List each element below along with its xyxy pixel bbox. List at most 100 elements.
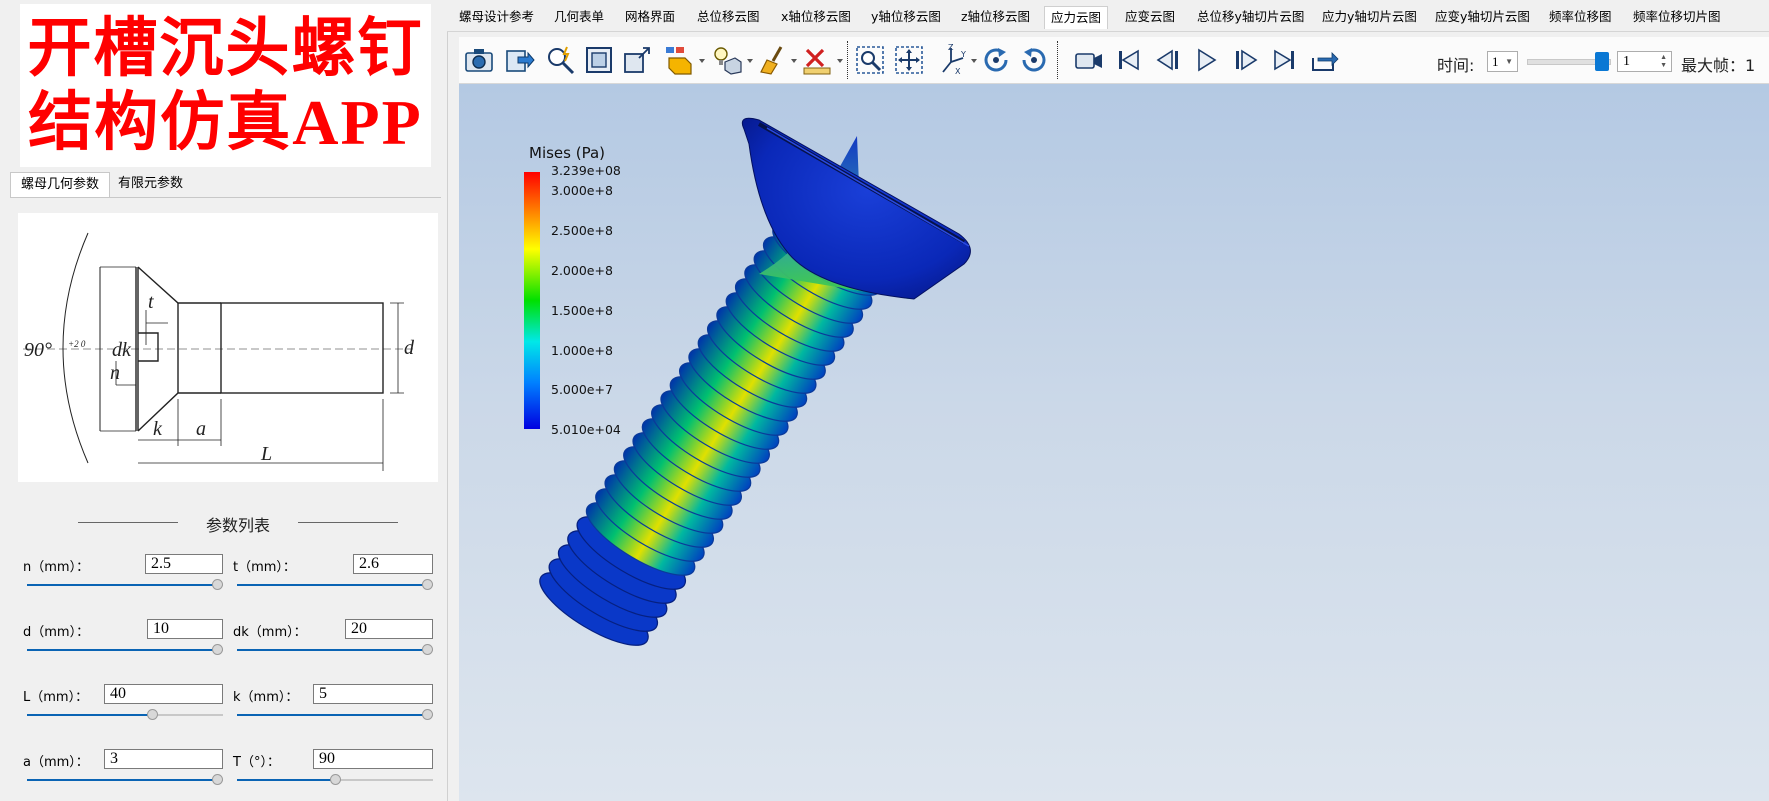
- slider-thumb[interactable]: [147, 709, 158, 720]
- time-label: 时间:: [1437, 56, 1475, 75]
- diagram-label-a: a: [196, 418, 206, 440]
- param-list-title: 参数列表: [205, 516, 270, 535]
- tab-strain[interactable]: 应变云图: [1119, 6, 1181, 28]
- param-slider-k[interactable]: [237, 708, 433, 722]
- axes-icon[interactable]: ZYX: [937, 43, 969, 76]
- banner-title-line1: 开槽沉头螺钉: [27, 13, 424, 84]
- param-list-heading: 参数列表: [78, 512, 398, 535]
- tab-total-disp-yslice[interactable]: 总位移y轴切片云图: [1191, 6, 1310, 28]
- tab-freq-disp-slice[interactable]: 频率位移切片图: [1627, 6, 1727, 28]
- left-panel: 开槽沉头螺钉 结构仿真APP 螺母几何参数 有限元参数 90° +2 0 dk …: [0, 0, 448, 801]
- screw-stress-model: [539, 117, 971, 646]
- max-frame-label: 最大帧：1: [1681, 56, 1756, 75]
- slider-thumb[interactable]: [212, 774, 223, 785]
- param-input-L[interactable]: [104, 684, 223, 704]
- left-tab-bar: 螺母几何参数 有限元参数: [10, 172, 441, 198]
- diagram-label-t: t: [148, 291, 154, 313]
- tab-x-disp[interactable]: x轴位移云图: [775, 6, 857, 28]
- tab-freq-disp[interactable]: 频率位移图: [1543, 6, 1618, 28]
- tab-nut-geometry[interactable]: 螺母几何参数: [10, 172, 111, 197]
- frame-spinbox[interactable]: 1 ▲ ▼: [1617, 51, 1672, 72]
- tab-stress-yslice[interactable]: 应力y轴切片云图: [1316, 6, 1423, 28]
- svg-text:Z: Z: [948, 44, 954, 52]
- light-icon[interactable]: [711, 44, 743, 76]
- param-label-k: k（mm）：: [233, 690, 299, 705]
- tab-geometry-form[interactable]: 几何表单: [548, 6, 610, 28]
- param-input-n[interactable]: [145, 554, 223, 574]
- tab-mesh[interactable]: 网格界面: [619, 6, 681, 28]
- param-input-t[interactable]: [353, 554, 433, 574]
- diagram-label-dk: dk: [112, 339, 132, 361]
- tab-nut-design-ref[interactable]: 螺母设计参考: [453, 6, 540, 28]
- diagram-label-n: n: [110, 362, 120, 384]
- slider-thumb[interactable]: [422, 709, 433, 720]
- clear-icon[interactable]: [757, 44, 789, 76]
- slider-thumb[interactable]: [212, 579, 223, 590]
- render-viewport[interactable]: Mises (Pa) 3.239e+08 3.000e+8 2.500e+8 2…: [459, 84, 1769, 801]
- probe-icon[interactable]: [545, 44, 577, 76]
- param-slider-n[interactable]: [27, 578, 223, 592]
- diagram-label-k: k: [153, 418, 163, 440]
- param-slider-L[interactable]: [27, 708, 223, 722]
- frame-slider-thumb[interactable]: [1595, 52, 1609, 71]
- slider-thumb[interactable]: [422, 579, 433, 590]
- slider-thumb[interactable]: [330, 774, 341, 785]
- play-icon[interactable]: [1190, 44, 1222, 76]
- frame-spinbox-value: 1: [1623, 54, 1630, 69]
- ruler-icon[interactable]: [801, 44, 833, 76]
- diagram-label-angle: 90°: [24, 339, 52, 361]
- param-label-t: t（mm）：: [233, 560, 296, 575]
- param-input-dk[interactable]: [345, 619, 433, 639]
- select-cells-icon[interactable]: [663, 44, 695, 76]
- param-slider-d[interactable]: [27, 643, 223, 657]
- view-3d-icon[interactable]: [621, 44, 653, 76]
- time-select[interactable]: 1 ▼: [1487, 51, 1518, 72]
- view-fit-icon[interactable]: [583, 44, 615, 76]
- next-frame-icon[interactable]: [1230, 44, 1262, 76]
- param-label-d: d（mm）：: [23, 625, 90, 640]
- param-label-n: n（mm）：: [23, 560, 90, 575]
- slider-thumb[interactable]: [422, 644, 433, 655]
- param-label-a: a（mm）：: [23, 755, 89, 770]
- param-slider-T[interactable]: [237, 773, 433, 787]
- main-tab-bar: 螺母设计参考 几何表单 网格界面 总位移云图 x轴位移云图 y轴位移云图 z轴位…: [447, 0, 1769, 32]
- tab-z-disp[interactable]: z轴位移云图: [955, 6, 1036, 28]
- tab-fem-params[interactable]: 有限元参数: [108, 172, 193, 196]
- param-slider-dk[interactable]: [237, 643, 433, 657]
- screw-dimension-diagram: 90° +2 0 dk t n k a L d: [18, 213, 438, 482]
- param-slider-t[interactable]: [237, 578, 433, 592]
- time-select-value: 1: [1492, 54, 1499, 69]
- tab-strain-yslice[interactable]: 应变y轴切片云图: [1429, 6, 1536, 28]
- param-slider-a[interactable]: [27, 773, 223, 787]
- prev-frame-icon[interactable]: [1152, 44, 1184, 76]
- first-frame-icon[interactable]: [1112, 44, 1144, 76]
- slider-thumb[interactable]: [212, 644, 223, 655]
- loop-icon[interactable]: [1308, 44, 1340, 76]
- pan-icon[interactable]: [893, 44, 925, 76]
- chevron-down-icon: ▼: [1505, 57, 1513, 66]
- diagram-label-L: L: [260, 443, 272, 465]
- tab-stress[interactable]: 应力云图: [1044, 6, 1109, 29]
- svg-text:Y: Y: [960, 50, 966, 59]
- param-input-a[interactable]: [104, 749, 223, 769]
- param-input-d[interactable]: [147, 619, 223, 639]
- export-icon[interactable]: [504, 44, 536, 76]
- rotate-ccw-icon[interactable]: [1018, 44, 1050, 76]
- param-label-L: L（mm）：: [23, 690, 89, 705]
- param-label-dk: dk（mm）：: [233, 625, 307, 640]
- camera-icon[interactable]: [463, 44, 495, 76]
- zoom-box-icon[interactable]: [854, 44, 886, 76]
- param-input-T[interactable]: [313, 749, 433, 769]
- record-icon[interactable]: [1073, 44, 1105, 76]
- diagram-label-angle-tol: +2 0: [68, 339, 86, 349]
- screw-drawing: 90° +2 0 dk t n k a L d: [23, 232, 415, 471]
- svg-text:X: X: [955, 67, 961, 76]
- tab-y-disp[interactable]: y轴位移云图: [865, 6, 947, 28]
- app-banner: 开槽沉头螺钉 结构仿真APP: [20, 4, 431, 167]
- param-input-k[interactable]: [313, 684, 433, 704]
- rotate-cw-icon[interactable]: [980, 44, 1012, 76]
- last-frame-icon[interactable]: [1269, 44, 1301, 76]
- banner-title-line2: 结构仿真APP: [28, 87, 423, 158]
- tab-total-disp[interactable]: 总位移云图: [691, 6, 766, 28]
- spin-arrows-icon[interactable]: ▲ ▼: [1660, 53, 1667, 69]
